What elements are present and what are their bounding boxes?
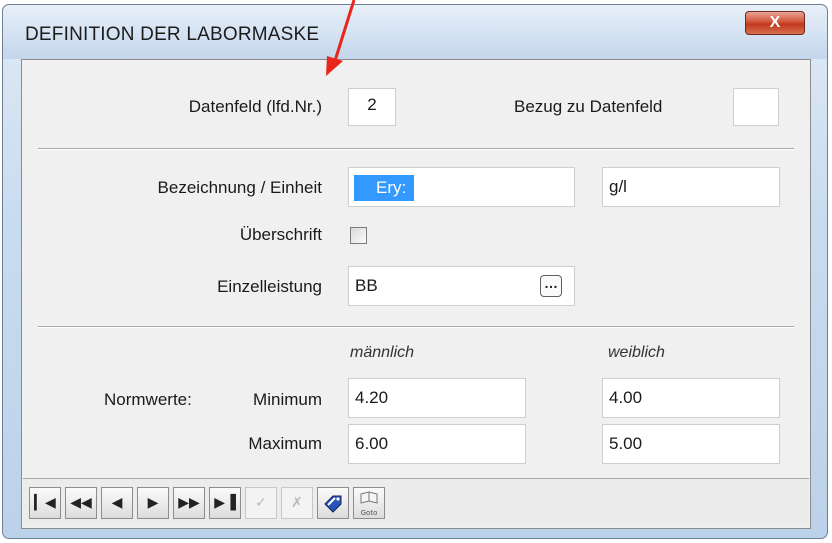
ueberschrift-label: Überschrift bbox=[239, 225, 322, 244]
checkmark-icon: ✓ bbox=[255, 495, 267, 511]
navigation-toolbar: ▎◀ ◀◀ ◀ ▶ ▶▶ ▶▐ ✓ ✗ Goto bbox=[23, 478, 809, 527]
edit-tag-icon bbox=[324, 495, 342, 513]
bezeichnung-input[interactable]: Ery: bbox=[348, 167, 575, 207]
einzelleistung-lookup-button[interactable]: … bbox=[540, 275, 562, 297]
next-page-button[interactable]: ▶▶ bbox=[173, 487, 205, 519]
maximum-label: Maximum bbox=[248, 434, 322, 453]
dialog-client-area: Datenfeld (lfd.Nr.) 2 Bezug zu Datenfeld… bbox=[21, 59, 811, 529]
confirm-button[interactable]: ✓ bbox=[245, 487, 277, 519]
prev-page-button[interactable]: ◀◀ bbox=[65, 487, 97, 519]
einheit-input[interactable]: g/l bbox=[602, 167, 780, 207]
title-bar[interactable]: DEFINITION DER LABORMASKE X bbox=[3, 5, 827, 59]
max-male-input[interactable]: 6.00 bbox=[348, 424, 526, 464]
prev-record-button[interactable]: ◀ bbox=[101, 487, 133, 519]
einzelleistung-label: Einzelleistung bbox=[217, 277, 322, 296]
col-header-female: weiblich bbox=[608, 344, 665, 361]
goto-button[interactable]: Goto bbox=[353, 487, 385, 519]
separator-1 bbox=[38, 148, 794, 150]
cancel-icon: ✗ bbox=[291, 495, 303, 511]
datenfeld-input[interactable]: 2 bbox=[348, 88, 396, 126]
datenfeld-label: Datenfeld (lfd.Nr.) bbox=[188, 97, 322, 116]
min-male-input[interactable]: 4.20 bbox=[348, 378, 526, 418]
last-record-icon: ▶▐ bbox=[214, 495, 236, 511]
first-record-icon: ▎◀ bbox=[34, 495, 56, 511]
edit-button[interactable] bbox=[317, 487, 349, 519]
prev-record-icon: ◀ bbox=[111, 495, 123, 511]
einzelleistung-value: BB bbox=[355, 276, 378, 295]
max-female-input[interactable]: 5.00 bbox=[602, 424, 780, 464]
normwerte-label: Normwerte: bbox=[104, 390, 192, 409]
ueberschrift-checkbox[interactable] bbox=[350, 227, 367, 244]
dialog-window: DEFINITION DER LABORMASKE X Datenfeld (l… bbox=[2, 4, 828, 539]
col-header-male: männlich bbox=[350, 344, 415, 361]
last-record-button[interactable]: ▶▐ bbox=[209, 487, 241, 519]
goto-label: Goto bbox=[360, 509, 378, 517]
next-record-icon: ▶ bbox=[147, 495, 159, 511]
fast-forward-icon: ▶▶ bbox=[178, 495, 200, 511]
bezug-input[interactable] bbox=[733, 88, 779, 126]
rewind-icon: ◀◀ bbox=[70, 495, 92, 511]
close-icon: X bbox=[769, 14, 781, 31]
window-title: DEFINITION DER LABORMASKE bbox=[25, 24, 320, 45]
book-icon bbox=[360, 491, 378, 504]
minimum-label: Minimum bbox=[253, 390, 322, 409]
bezug-label: Bezug zu Datenfeld bbox=[514, 97, 663, 116]
bezeichnung-label: Bezeichnung / Einheit bbox=[157, 178, 322, 197]
cancel-button[interactable]: ✗ bbox=[281, 487, 313, 519]
next-record-button[interactable]: ▶ bbox=[137, 487, 169, 519]
close-button[interactable]: X bbox=[745, 11, 805, 35]
separator-2 bbox=[38, 326, 794, 328]
bezeichnung-selected-text: Ery: bbox=[354, 175, 415, 201]
first-record-button[interactable]: ▎◀ bbox=[29, 487, 61, 519]
min-female-input[interactable]: 4.00 bbox=[602, 378, 780, 418]
